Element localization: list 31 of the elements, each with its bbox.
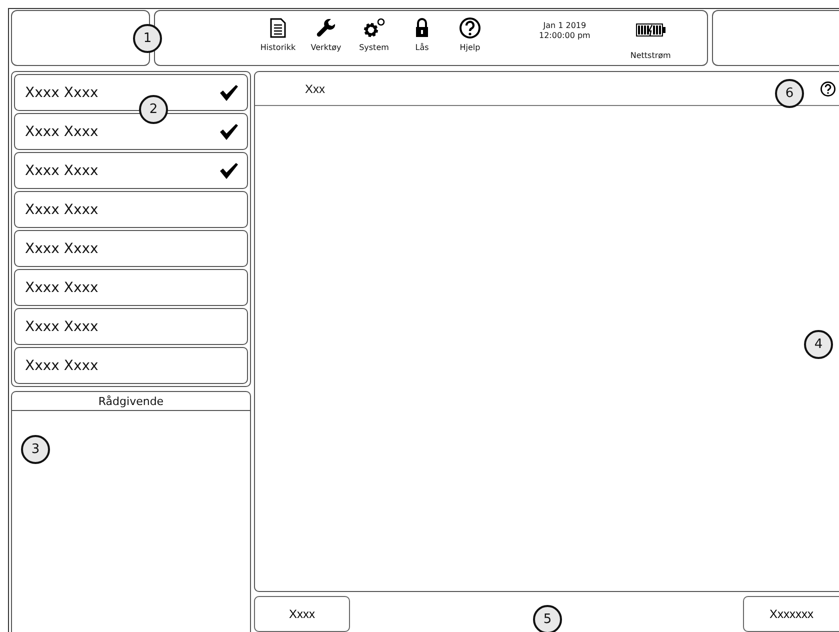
list-item[interactable]: Xxxx Xxxx <box>14 191 248 228</box>
power-source-text: Nettstrøm <box>630 51 671 60</box>
callout-marker: 3 <box>21 435 50 464</box>
list-item[interactable]: Xxxx Xxxx <box>14 230 248 267</box>
toolbar-button[interactable]: Hjelp <box>447 11 493 65</box>
help-icon <box>459 17 481 39</box>
list-item[interactable]: Xxxx Xxxx <box>14 113 248 150</box>
panel-title: Rådgivende <box>12 392 250 411</box>
action-button[interactable]: Xxxx <box>254 596 350 632</box>
toolbar-button[interactable]: Lås <box>399 11 445 65</box>
toolbar-button[interactable]: System <box>351 11 397 65</box>
help-icon[interactable] <box>820 80 836 96</box>
panel-title: Xxx <box>305 82 326 96</box>
time-text: 12:00:00 pm <box>539 31 590 41</box>
toolbar-button[interactable]: Verktøy <box>303 11 349 65</box>
list-item[interactable]: Xxxx Xxxx <box>14 308 248 345</box>
lock-icon <box>415 17 429 39</box>
callout-marker: 5 <box>533 605 562 632</box>
callout-marker: 4 <box>804 330 833 359</box>
list-item[interactable]: Xxxx Xxxx <box>14 347 248 384</box>
callout-marker: 1 <box>133 24 162 53</box>
wrench-icon <box>316 17 336 39</box>
callout-marker: 6 <box>775 79 804 108</box>
toolbar-button[interactable]: Historikk <box>255 11 301 65</box>
list-item[interactable]: Xxxx Xxxx <box>14 152 248 189</box>
gears-icon <box>362 17 386 39</box>
list-item[interactable]: Xxxx Xxxx <box>14 269 248 306</box>
document-icon <box>270 17 286 39</box>
action-button[interactable]: Xxxxxxx <box>743 596 839 632</box>
battery-icon <box>636 23 666 37</box>
date-text: Jan 1 2019 <box>543 21 586 31</box>
